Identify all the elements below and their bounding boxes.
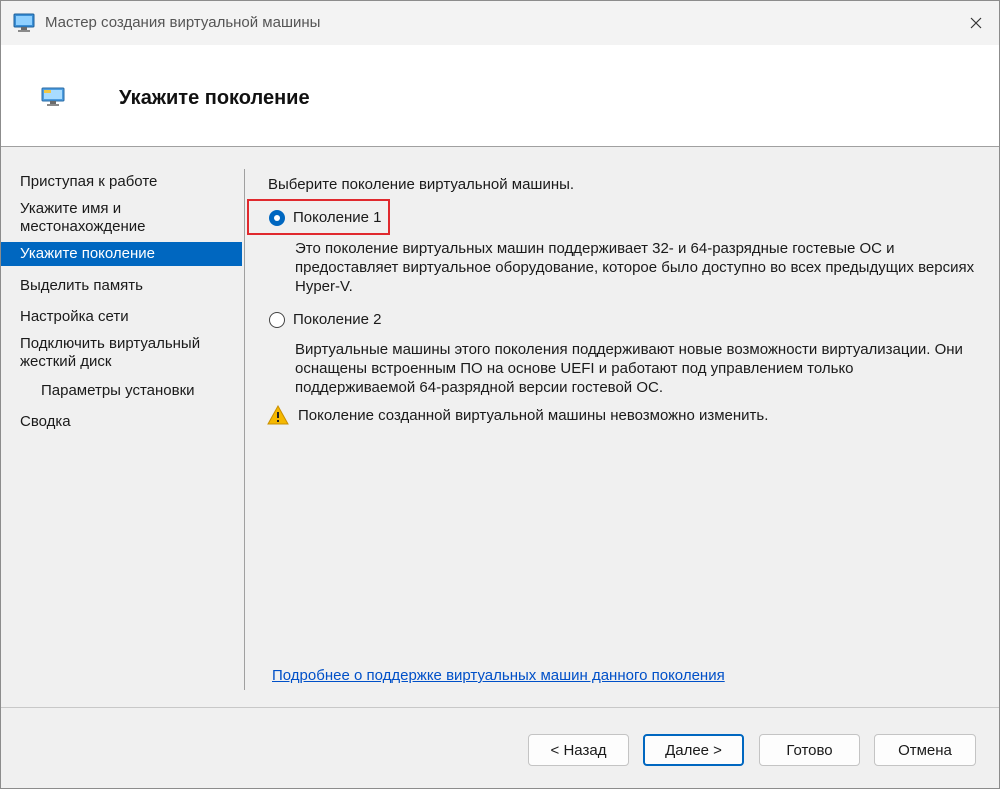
generation-2-radio[interactable] (269, 311, 285, 328)
finish-button[interactable]: Готово (759, 734, 860, 766)
generation-2-label: Поколение 2 (293, 311, 382, 328)
generation-2-description: Виртуальные машины этого поколения подде… (295, 341, 963, 396)
generation-1-label: Поколение 1 (293, 209, 382, 226)
step-configure-networking[interactable]: Настройка сети (1, 308, 242, 326)
wizard-header: Укажите поколение (1, 45, 999, 147)
wizard-steps-sidebar: Приступая к работе Укажите имя и местона… (1, 147, 243, 691)
step-connect-virtual-hard-disk[interactable]: Подключить виртуальный жесткий диск (1, 335, 221, 373)
step-name-and-location[interactable]: Укажите имя и местонахождение (1, 200, 242, 238)
cancel-button[interactable]: Отмена (874, 734, 976, 766)
step-getting-started[interactable]: Приступая к работе (1, 173, 242, 191)
step-installation-options[interactable]: Параметры установки (1, 382, 242, 400)
warning-icon (267, 405, 289, 425)
generation-1-description: Это поколение виртуальных машин поддержи… (295, 240, 975, 295)
virtual-machine-icon (41, 87, 65, 106)
learn-more-link[interactable]: Подробнее о поддержке виртуальных машин … (272, 667, 725, 684)
close-button[interactable] (953, 1, 999, 45)
next-button[interactable]: Далее > (643, 734, 744, 766)
step-specify-generation[interactable]: Укажите поколение (1, 242, 242, 266)
page-title: Укажите поколение (119, 87, 310, 109)
footer-divider (1, 707, 999, 708)
step-assign-memory[interactable]: Выделить память (1, 277, 242, 295)
warning-text: Поколение созданной виртуальной машины н… (298, 406, 769, 424)
virtual-machine-icon (13, 13, 35, 32)
generation-panel: Выберите поколение виртуальной машины. П… (245, 147, 999, 691)
generation-2-option[interactable]: Поколение 2 (269, 311, 381, 328)
generation-1-option[interactable]: Поколение 1 (269, 209, 381, 226)
window-title: Мастер создания виртуальной машины (45, 14, 321, 31)
warning-notice: Поколение созданной виртуальной машины н… (267, 405, 768, 425)
title-bar: Мастер создания виртуальной машины (1, 1, 999, 45)
back-button[interactable]: < Назад (528, 734, 629, 766)
wizard-window: Мастер создания виртуальной машины Укажи… (0, 0, 1000, 789)
instruction-text: Выберите поколение виртуальной машины. (268, 176, 575, 193)
step-summary[interactable]: Сводка (1, 413, 242, 431)
close-icon (970, 17, 982, 29)
generation-1-radio[interactable] (269, 209, 285, 226)
